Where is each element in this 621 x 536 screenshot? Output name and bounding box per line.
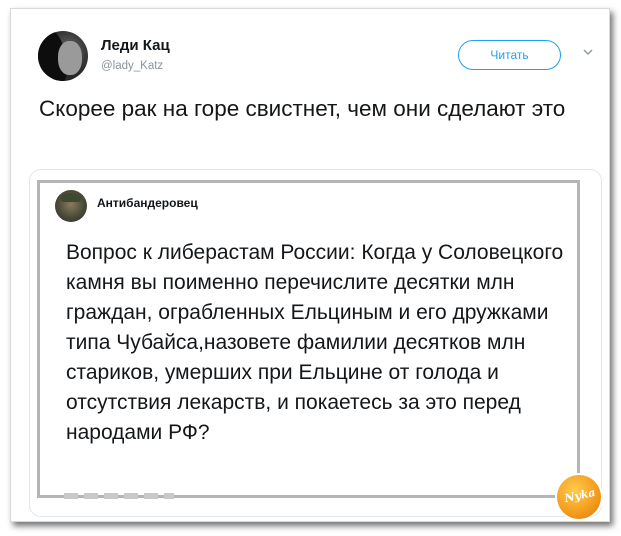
chevron-down-icon[interactable] <box>581 45 595 59</box>
quoted-tweet[interactable]: Антибандеровец Вопрос к либерастам Росси… <box>29 169 602 517</box>
quoted-author-avatar <box>55 190 87 222</box>
author-handle[interactable]: @lady_Katz <box>101 60 163 72</box>
tweet-text: Скорее рак на горе свистнет, чем они сде… <box>39 96 566 121</box>
quoted-screenshot: Антибандеровец Вопрос к либерастам Росси… <box>37 180 580 499</box>
avatar-cap <box>61 193 81 202</box>
quoted-text: Вопрос к либерастам России: Когда у Соло… <box>66 241 564 444</box>
author-avatar[interactable] <box>38 31 88 81</box>
avatar-face <box>58 41 82 75</box>
tweet-card: Леди Кац @lady_Katz Читать Скорее рак на… <box>10 8 610 522</box>
author-name[interactable]: Леди Кац <box>101 37 170 54</box>
quoted-author-name: Антибандеровец <box>97 196 198 210</box>
quoted-footer-faded <box>64 493 174 499</box>
follow-button[interactable]: Читать <box>458 40 561 70</box>
